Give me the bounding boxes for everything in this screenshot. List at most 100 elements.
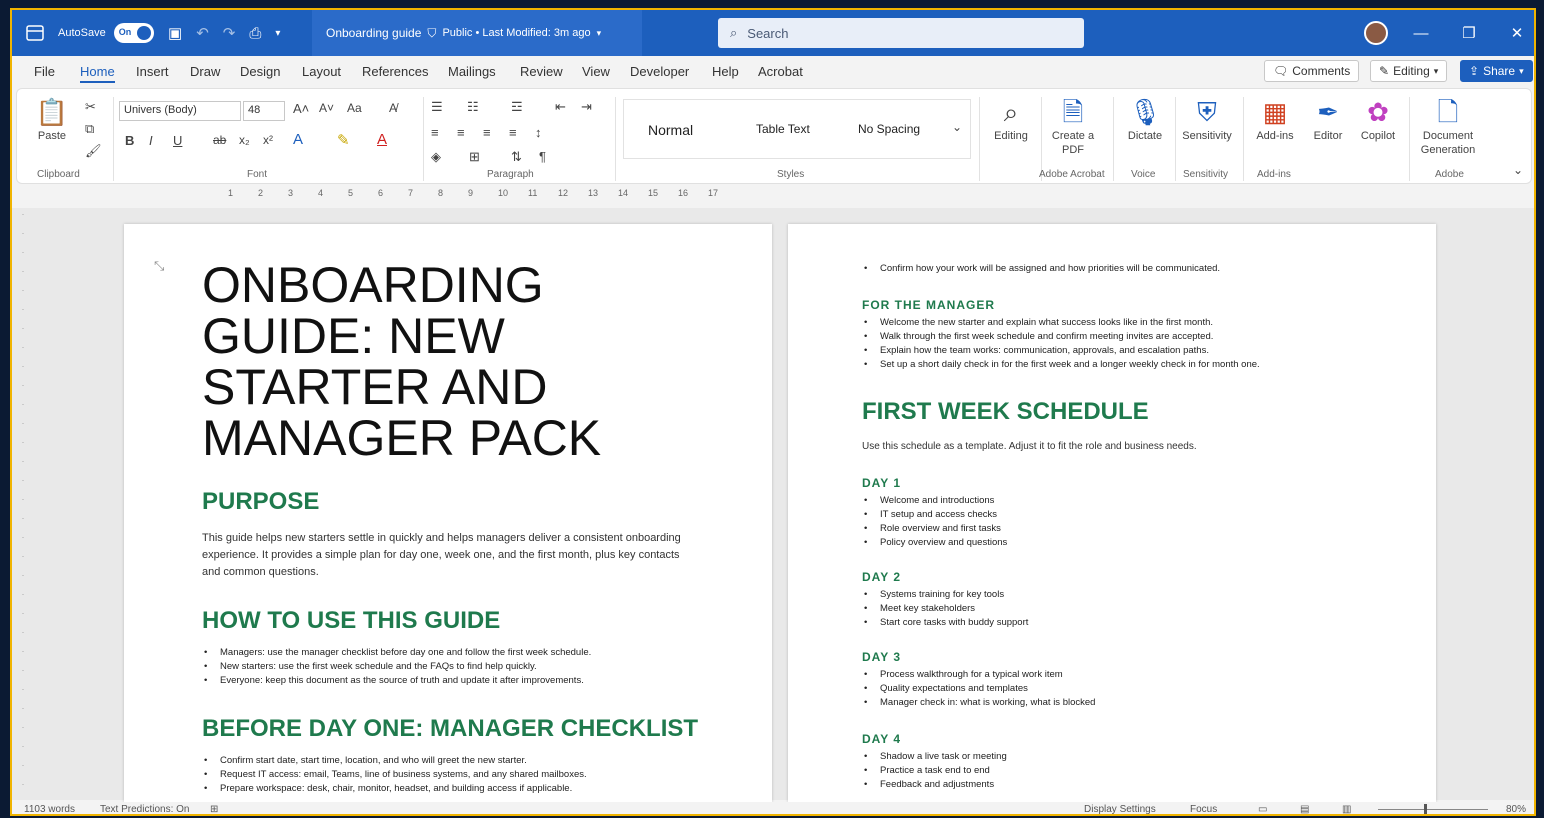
tab-review[interactable]: Review [520,64,563,79]
word-count[interactable]: 1103 words [24,804,75,814]
print-icon[interactable]: ⎙ [249,25,261,42]
document-name-button[interactable]: Onboarding guide ⛉ Public • Last Modifie… [312,10,642,56]
align-center-icon[interactable]: ≡ [457,125,465,140]
zoom-level[interactable]: 80% [1506,804,1526,814]
format-painter-icon[interactable]: 🖌 [85,143,102,159]
close-icon[interactable]: ✕ [1494,10,1534,56]
clear-formatting-icon[interactable]: A̸ [389,101,397,115]
borders-icon[interactable]: ⊞ [469,149,480,165]
font-size-select[interactable]: 48 [243,101,285,121]
print-layout-icon[interactable]: ▤ [1300,804,1309,814]
display-settings[interactable]: Display Settings [1084,804,1156,814]
tab-file[interactable]: File [34,64,55,79]
multilevel-list-icon[interactable]: ☲ [511,99,523,115]
tab-view[interactable]: View [582,64,610,79]
tab-insert[interactable]: Insert [136,64,169,79]
tab-draw[interactable]: Draw [190,64,220,79]
underline-icon[interactable]: U [173,133,182,148]
sensitivity-button[interactable]: ⛨ Sensitivity [1177,95,1237,143]
tab-help[interactable]: Help [712,64,739,79]
create-pdf-button[interactable]: 🗎 Create a PDF [1043,95,1103,157]
autosave-toggle[interactable]: On [113,23,154,43]
addins-button[interactable]: ▦ Add-ins [1245,95,1305,143]
cut-icon[interactable]: ✂ [85,99,96,115]
page-2[interactable]: Confirm how your work will be assigned a… [788,224,1436,802]
italic-icon[interactable]: I [149,133,153,148]
avatar[interactable] [1364,21,1388,45]
shading-icon[interactable]: ◈ [431,149,441,165]
app-menu-icon[interactable] [26,10,44,56]
change-case-icon[interactable]: Aa [347,101,362,115]
page-1[interactable]: ⤡ ONBOARDING GUIDE: NEW STARTER AND MANA… [124,224,772,802]
tab-references[interactable]: References [362,64,428,79]
redo-icon[interactable]: ↷ [223,24,236,42]
collapse-ribbon-icon[interactable]: ⌄ [1513,163,1523,177]
numbering-icon[interactable]: ☷ [467,99,479,115]
zoom-slider[interactable] [1378,809,1488,810]
style-normal[interactable]: Normal [648,122,693,138]
align-left-icon[interactable]: ≡ [431,125,439,140]
document-generation-label: Document Generation [1420,130,1476,156]
share-button[interactable]: ⇪ Share ▾ [1460,60,1533,82]
strikethrough-icon[interactable]: ab [213,133,226,147]
show-marks-icon[interactable]: ¶ [539,149,546,164]
superscript-icon[interactable]: x² [263,133,273,147]
search-box[interactable]: ⌕ Search [718,18,1084,48]
editing-mode-button[interactable]: ✎ Editing ▾ [1370,60,1448,82]
comments-label: Comments [1292,64,1351,78]
dictate-button[interactable]: 🎙 Dictate [1115,95,1175,143]
bold-icon[interactable]: B [125,133,134,148]
web-layout-icon[interactable]: ▥ [1342,804,1351,814]
read-mode-icon[interactable]: ▭ [1258,804,1267,814]
increase-indent-icon[interactable]: ⇥ [581,99,592,115]
font-color-icon[interactable]: A [377,131,387,148]
subscript-icon[interactable]: x₂ [239,133,250,147]
style-table-text[interactable]: Table Text [756,122,810,136]
decrease-indent-icon[interactable]: ⇤ [555,99,566,115]
sort-icon[interactable]: ⇅ [511,149,522,165]
shrink-font-icon[interactable]: A˅ [319,101,334,115]
editor-button[interactable]: ✒ Editor [1303,95,1353,143]
focus-button[interactable]: Focus [1190,804,1217,814]
grow-font-icon[interactable]: A˄ [293,101,309,116]
editing-button[interactable]: ⌕ Editing [981,95,1041,143]
font-family-select[interactable]: Univers (Body) [119,101,241,121]
minimize-icon[interactable]: — [1398,10,1444,56]
text-effects-icon[interactable]: A [293,131,303,148]
style-no-spacing[interactable]: No Spacing [858,122,920,136]
horizontal-ruler[interactable]: 1 2 3 4 5 6 7 8 9 10 11 12 13 14 15 16 1… [132,188,732,204]
find-icon: ⌕ [1003,97,1019,127]
tab-home[interactable]: Home [80,64,115,83]
comment-icon: 🗨 [1273,64,1289,78]
undo-icon[interactable]: ↶ [196,24,209,42]
bullets-icon[interactable]: ☰ [431,99,443,115]
align-right-icon[interactable]: ≡ [483,125,491,140]
save-icon[interactable]: ▣ [168,24,182,42]
list-item: Walk through the first week schedule and… [862,330,1260,344]
acrobat-group-label: Adobe Acrobat [1039,169,1105,180]
tab-design[interactable]: Design [240,64,280,79]
tab-mailings[interactable]: Mailings [448,64,496,79]
justify-icon[interactable]: ≡ [509,125,517,140]
tab-developer[interactable]: Developer [630,64,689,79]
styles-more-icon[interactable]: ⌄ [952,120,962,134]
text-predictions[interactable]: Text Predictions: On [100,804,189,814]
list-item: Welcome and introductions [862,494,1007,508]
layout-options-icon[interactable]: ⤡ [154,258,164,274]
restore-icon[interactable]: ❐ [1446,10,1492,56]
tab-acrobat[interactable]: Acrobat [758,64,803,79]
highlight-icon[interactable]: ✎ [337,131,350,149]
vertical-ruler[interactable] [16,214,30,804]
paragraph-group-label: Paragraph [487,169,534,180]
document-generation-button[interactable]: 🗋 Document Generation [1413,95,1483,157]
line-spacing-icon[interactable]: ↕ [535,125,542,140]
copilot-button[interactable]: ✿ Copilot [1353,95,1403,143]
zoom-slider-thumb[interactable] [1424,804,1427,814]
copy-icon[interactable]: ⧉ [85,121,94,137]
comments-button[interactable]: 🗨 Comments [1264,60,1360,82]
accessibility-icon[interactable]: ⊞ [210,804,218,814]
day-heading: DAY 2 [862,570,902,584]
paste-button[interactable]: 📋 Paste [27,95,77,143]
tab-layout[interactable]: Layout [302,64,341,79]
quick-access-chevron-icon[interactable]: ▾ [275,28,280,39]
